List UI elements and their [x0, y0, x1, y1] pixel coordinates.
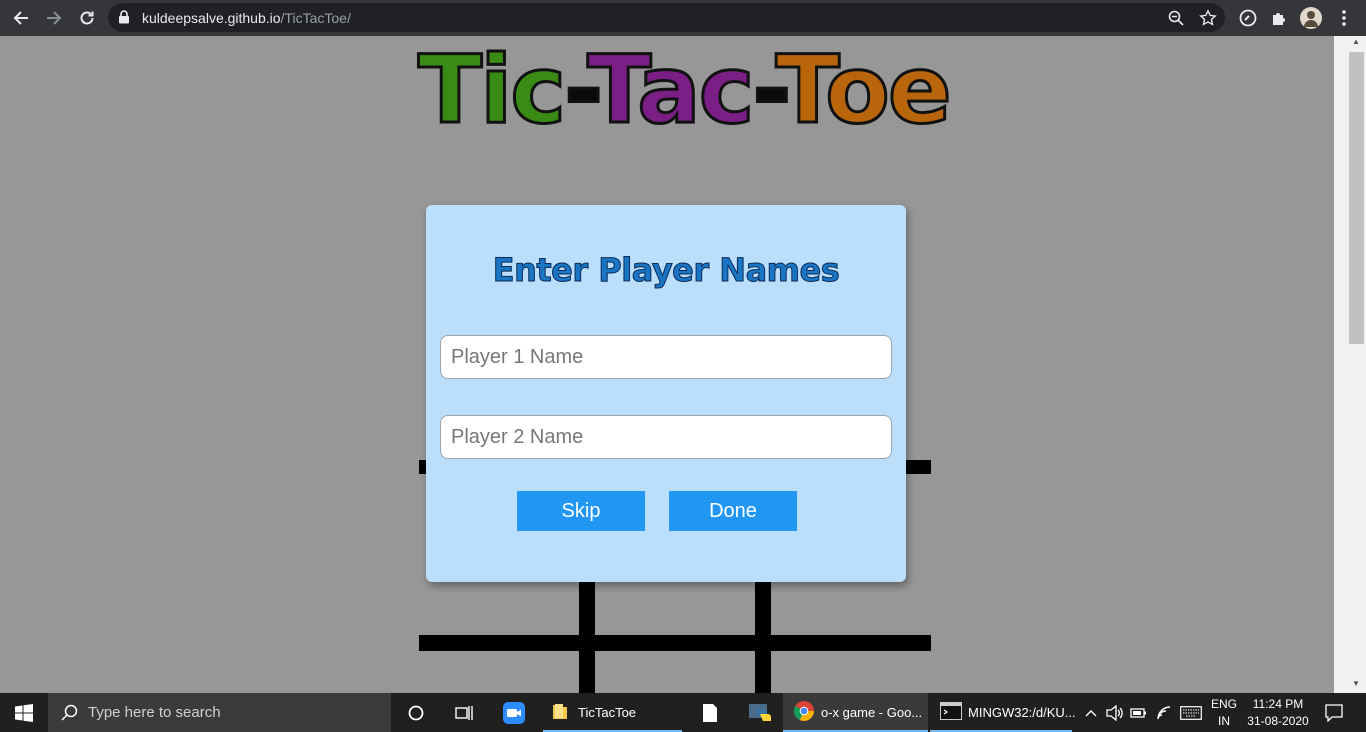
player-names-modal: Enter Player Names Skip Done [426, 205, 906, 582]
forward-arrow-icon[interactable] [42, 6, 66, 30]
taskbar-app-label: TicTacToe [578, 705, 637, 720]
title-dash: - [751, 36, 779, 145]
taskbar-app-chrome[interactable]: o-x game - Goo... [783, 693, 928, 732]
windows-start-icon[interactable] [0, 693, 48, 732]
title-part-tic: Tic [416, 36, 567, 145]
python-icon[interactable] [745, 693, 775, 732]
taskbar-app-tictactoe[interactable]: TicTacToe [543, 693, 682, 732]
chevron-up-icon[interactable] [1082, 693, 1100, 732]
extension-icon[interactable] [1237, 7, 1259, 29]
search-icon [61, 704, 78, 726]
clock-date: 31-08-2020 [1247, 714, 1309, 728]
clock-time: 11:24 PM [1252, 697, 1304, 711]
url-text: kuldeepsalve.github.io/TicTacToe/ [142, 10, 351, 26]
menu-dots-icon[interactable] [1333, 7, 1355, 29]
modal-heading: Enter Player Names [492, 251, 840, 290]
notepad-icon[interactable] [697, 693, 723, 732]
back-arrow-icon[interactable] [9, 6, 33, 30]
game-title: Tic-Tac-Toe [416, 42, 953, 139]
title-part-toe: Toe [774, 36, 953, 145]
title-part-tac: Tac [586, 36, 756, 145]
keyboard-icon[interactable] [1178, 693, 1204, 732]
chrome-icon [793, 700, 815, 725]
taskbar-search-box[interactable]: Type here to search [48, 693, 391, 732]
reload-icon[interactable] [75, 6, 99, 30]
folder-icon [552, 702, 568, 723]
taskbar-app-mingw[interactable]: MINGW32:/d/KU... [930, 693, 1076, 732]
scrollbar-thumb[interactable] [1349, 52, 1364, 344]
notification-icon[interactable] [1321, 693, 1347, 732]
terminal-icon [940, 702, 962, 723]
taskbar-app-label: MINGW32:/d/KU... [968, 705, 1076, 720]
lang-code: ENG [1210, 697, 1237, 711]
clock[interactable]: 11:24 PM 31-08-2020 [1244, 697, 1312, 728]
region-code: IN [1218, 714, 1230, 728]
zoom-app-icon[interactable] [498, 693, 530, 732]
taskbar-app-label: o-x game - Goo... [821, 705, 923, 720]
board-line-horizontal-bottom [419, 635, 931, 651]
zoom-icon[interactable] [1167, 9, 1185, 27]
search-placeholder: Type here to search [88, 704, 221, 721]
player1-name-input[interactable] [440, 335, 892, 379]
wifi-icon[interactable] [1153, 693, 1175, 732]
profile-avatar[interactable] [1300, 7, 1322, 29]
scroll-down-arrow-icon[interactable]: ▼ [1352, 679, 1360, 688]
board-line-vertical-right [755, 576, 771, 693]
done-button[interactable]: Done [669, 491, 797, 531]
star-icon[interactable] [1199, 9, 1217, 27]
title-dash: - [563, 36, 591, 145]
cortana-icon[interactable] [400, 693, 432, 732]
lock-icon[interactable] [118, 10, 130, 29]
windows-taskbar: Type here to search TicTacToe o-x game -… [0, 693, 1366, 732]
speaker-icon[interactable] [1104, 693, 1126, 732]
board-line-vertical-left [579, 576, 595, 693]
scroll-up-arrow-icon[interactable]: ▲ [1352, 37, 1360, 46]
language-indicator[interactable]: ENG IN [1208, 697, 1240, 728]
address-bar[interactable]: kuldeepsalve.github.io/TicTacToe/ [108, 3, 1225, 32]
skip-button[interactable]: Skip [517, 491, 645, 531]
player2-name-input[interactable] [440, 415, 892, 459]
browser-toolbar: kuldeepsalve.github.io/TicTacToe/ [0, 0, 1366, 36]
puzzle-icon[interactable] [1268, 7, 1290, 29]
task-view-icon[interactable] [448, 693, 480, 732]
battery-icon[interactable] [1128, 693, 1150, 732]
